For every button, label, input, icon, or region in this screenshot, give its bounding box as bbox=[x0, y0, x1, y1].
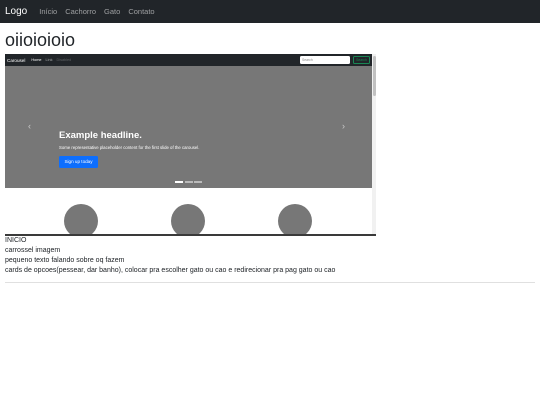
preview-link-home[interactable]: Home bbox=[31, 58, 41, 62]
carousel-next-icon[interactable]: › bbox=[342, 121, 345, 131]
sign-up-button[interactable]: Sign up today bbox=[59, 156, 98, 168]
preview-scrollbar[interactable] bbox=[372, 54, 376, 234]
brand-logo[interactable]: Logo bbox=[5, 6, 27, 17]
notes-text: INICIO carrossel imagem pequeno texto fa… bbox=[5, 236, 335, 276]
note-line: carrossel imagem bbox=[5, 247, 61, 254]
carousel-headline: Example headline. bbox=[59, 130, 142, 141]
placeholder-circle-image bbox=[64, 204, 98, 234]
carousel-prev-icon[interactable]: ‹ bbox=[28, 121, 31, 131]
horizontal-divider bbox=[5, 282, 535, 283]
nav-link-inicio[interactable]: Início bbox=[39, 7, 57, 16]
preview-link-link[interactable]: Link bbox=[46, 58, 53, 62]
page-title: oiioioioio bbox=[5, 30, 76, 50]
preview-navbar: Carousel Home Link Disabled Search Searc… bbox=[5, 54, 372, 66]
carousel-indicators bbox=[175, 181, 202, 183]
nav-links: Início Cachorro Gato Contato bbox=[39, 7, 154, 16]
embedded-preview-frame[interactable]: Carousel Home Link Disabled Search Searc… bbox=[5, 54, 376, 236]
preview-search-button[interactable]: Search bbox=[353, 56, 370, 64]
preview-brand[interactable]: Carousel bbox=[7, 58, 25, 63]
top-navbar: Logo Início Cachorro Gato Contato bbox=[0, 0, 540, 23]
preview-link-disabled: Disabled bbox=[56, 58, 72, 62]
placeholder-circle-image bbox=[278, 204, 312, 234]
carousel-caption: Some representative placeholder content … bbox=[59, 145, 200, 150]
note-line: cards de opcoes(pessear, dar banho), col… bbox=[5, 267, 336, 274]
placeholder-circle-image bbox=[171, 204, 205, 234]
note-line: INICIO bbox=[5, 237, 27, 244]
carousel-indicator[interactable] bbox=[194, 181, 202, 183]
scrollbar-thumb[interactable] bbox=[372, 56, 376, 96]
nav-link-contato[interactable]: Contato bbox=[128, 7, 154, 16]
note-line: pequeno texto falando sobre oq fazem bbox=[5, 257, 125, 264]
carousel: ‹ › Example headline. Some representativ… bbox=[5, 66, 372, 188]
preview-search-input[interactable]: Search bbox=[300, 56, 350, 64]
carousel-indicator[interactable] bbox=[175, 181, 183, 183]
nav-link-gato[interactable]: Gato bbox=[104, 7, 120, 16]
nav-link-cachorro[interactable]: Cachorro bbox=[65, 7, 96, 16]
carousel-indicator[interactable] bbox=[184, 181, 193, 183]
